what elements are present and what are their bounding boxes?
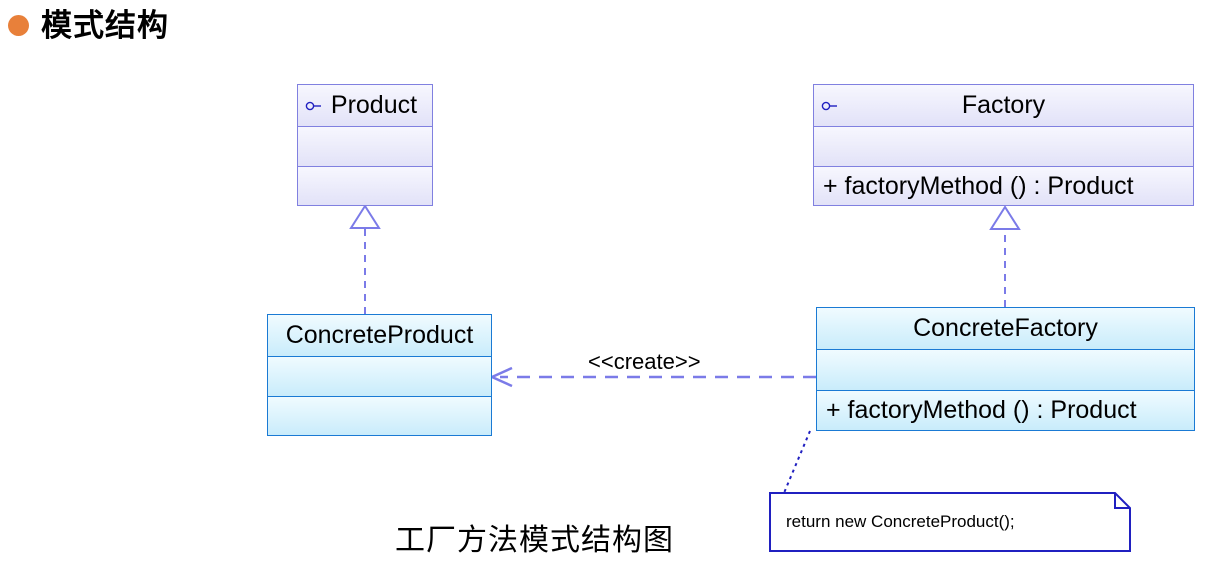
uml-class-concrete-factory[interactable]: ConcreteFactory + factoryMethod () : Pro… <box>816 307 1195 431</box>
concrete-product-attributes-compartment <box>268 356 491 396</box>
note-anchor-line <box>783 430 811 494</box>
note-text-wrapper[interactable]: return new ConcreteProduct(); <box>770 493 1130 551</box>
page-title: 模式结构 <box>8 10 169 41</box>
slide-canvas: 模式结构 Product Factory + factoryMethod () … <box>0 0 1225 565</box>
product-title-compartment: Product <box>298 85 432 126</box>
interface-lollipop-icon <box>821 101 837 110</box>
concrete-product-operations-compartment <box>268 396 491 435</box>
note-text: return new ConcreteProduct(); <box>786 512 1015 531</box>
realization-concrete-product <box>349 204 381 314</box>
concrete-product-title-compartment: ConcreteProduct <box>268 315 491 356</box>
concrete-factory-attributes-compartment <box>817 349 1194 390</box>
factory-operations-compartment: + factoryMethod () : Product <box>814 166 1193 205</box>
concrete-factory-class-name: ConcreteFactory <box>913 314 1098 342</box>
concrete-factory-operation-0: + factoryMethod () : Product <box>826 396 1137 424</box>
uml-class-concrete-product[interactable]: ConcreteProduct <box>267 314 492 436</box>
product-operations-compartment <box>298 166 432 205</box>
realization-concrete-factory <box>989 205 1021 307</box>
uml-class-product[interactable]: Product <box>297 84 433 206</box>
product-attributes-compartment <box>298 126 432 166</box>
concrete-product-class-name: ConcreteProduct <box>285 321 474 349</box>
diagram-caption: 工厂方法模式结构图 <box>395 524 674 557</box>
concrete-factory-operations-compartment: + factoryMethod () : Product <box>817 390 1194 430</box>
page-title-text: 模式结构 <box>41 8 169 43</box>
factory-operation-0: + factoryMethod () : Product <box>823 171 1134 200</box>
factory-class-name: Factory <box>961 91 1046 119</box>
interface-lollipop-icon <box>305 101 321 110</box>
create-stereotype-label: <<create>> <box>588 349 701 374</box>
concrete-factory-title-compartment: ConcreteFactory <box>817 308 1194 349</box>
uml-class-factory[interactable]: Factory + factoryMethod () : Product <box>813 84 1194 206</box>
factory-attributes-compartment <box>814 126 1193 166</box>
bullet-icon <box>8 15 29 36</box>
factory-title-compartment: Factory <box>814 85 1193 126</box>
